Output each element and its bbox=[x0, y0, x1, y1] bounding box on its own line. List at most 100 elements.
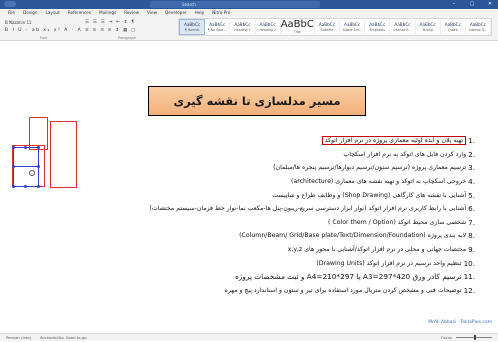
list-item-text[interactable]: ترسیم معماری پروژه (ترسیم ستون/ترسیم دیو… bbox=[273, 164, 466, 171]
maximize-icon[interactable]: ▢ bbox=[468, 1, 476, 8]
title-bar: Search – ▢ ✕ bbox=[0, 0, 498, 9]
selection-handle[interactable] bbox=[12, 185, 15, 188]
style-option[interactable]: AaBbCc ¶ Normal bbox=[179, 19, 206, 35]
font-size[interactable]: 11 bbox=[26, 20, 31, 25]
list-item: 2. وارد کردن فایل های اتوکد به نرم افزار … bbox=[30, 148, 475, 162]
list-item-number: 6. bbox=[468, 204, 475, 214]
font-format-buttons[interactable]: B I U · ab x₂ x² A · A bbox=[5, 28, 82, 33]
style-name: Subtitle bbox=[320, 27, 334, 32]
selection-handle[interactable] bbox=[12, 146, 15, 149]
list-item-number: 3. bbox=[468, 163, 475, 173]
selection-handle[interactable] bbox=[24, 146, 27, 149]
font-selector[interactable]: B Nazanin 11 bbox=[5, 20, 32, 25]
list-item-number: 10. bbox=[463, 258, 475, 268]
list-item: 11. ترسیم کادر ورق A3=297*420 یا A4=210*2… bbox=[30, 270, 475, 284]
list-item-text[interactable]: آشنایی با رابط کاربری نرم افزار اتوکد (ن… bbox=[149, 205, 466, 212]
style-name: ¶ No Spac... bbox=[207, 27, 227, 32]
list-item-number: 5. bbox=[468, 190, 475, 200]
menu-item[interactable]: Layout bbox=[41, 9, 63, 17]
list-item: 9. مختصات جهانی و محلی در نرم افزار اتوکد… bbox=[30, 243, 475, 257]
list-item: 6. آشنایی با رابط کاربری نرم افزار اتوکد … bbox=[30, 202, 475, 216]
menu-item[interactable]: Help bbox=[191, 9, 209, 17]
menu-item[interactable]: References bbox=[64, 9, 95, 17]
search-placeholder: Search bbox=[182, 2, 196, 7]
style-option[interactable]: AaBbCc Subtle Em... bbox=[340, 19, 366, 35]
style-option[interactable]: AaBbCc Strong bbox=[416, 19, 441, 35]
style-option[interactable]: AaBbCc Intense E... bbox=[390, 19, 416, 35]
list-item: 10. تنظیم واحد ترسیم در نرم افزار اتوکد (… bbox=[30, 256, 475, 270]
list-item-number: 8. bbox=[468, 231, 475, 241]
style-name: Intense E... bbox=[393, 27, 412, 32]
style-name: Subtle Em... bbox=[342, 27, 362, 32]
style-name: ¶ Normal bbox=[184, 27, 200, 32]
autosave-toggle[interactable] bbox=[4, 1, 16, 7]
menu-item[interactable]: Nitro Pro bbox=[208, 9, 234, 17]
style-option[interactable]: AaBbCc Quote bbox=[441, 19, 466, 35]
selection-handle[interactable] bbox=[12, 165, 15, 168]
style-sample: AaBbC bbox=[280, 18, 314, 30]
style-name: Emphasis bbox=[369, 27, 385, 32]
ribbon: B Nazanin 11 B I U · ab x₂ x² A · A ☰ ☰ … bbox=[0, 17, 498, 41]
styles-gallery: AaBbCc ¶ Normal AaBbCc ¶ No Spac... AaBbCc He… bbox=[178, 18, 492, 36]
paragraph-group-label: Paragraph bbox=[118, 36, 136, 40]
style-option[interactable]: AaBbCc Heading 2 bbox=[256, 19, 281, 35]
font-name[interactable]: B Nazanin bbox=[5, 20, 25, 25]
list-item-text[interactable]: تهیه پلان و ایده اولیه معماری پروژه در ن… bbox=[321, 136, 467, 146]
close-icon[interactable]: ✕ bbox=[486, 1, 494, 8]
menu-item[interactable]: Developer bbox=[161, 9, 191, 17]
menu-item[interactable]: Mailings bbox=[95, 9, 120, 17]
style-name: Title bbox=[293, 29, 301, 34]
list-item-text[interactable]: ترسیم کادر ورق A3=297*420 یا A4=210*297 … bbox=[235, 272, 462, 281]
paragraph-buttons-row1[interactable]: ☰ ☰ ☰ ⇥ ⇤ ↕ ¶ bbox=[85, 20, 135, 25]
list-item-text[interactable]: تنظیم واحد ترسیم در نرم افزار اتوکد (Dra… bbox=[316, 260, 461, 267]
list-item: 5. آشنایی با نقشه های کارگاهی (Shop Drawi… bbox=[30, 188, 475, 202]
list-item: 12. توضیحات فنی و مشخص کردن متریال مورد ا… bbox=[30, 284, 475, 298]
style-option[interactable]: AaBbCc Emphasis bbox=[365, 19, 391, 35]
banner-title: مسیر مدلسازی تا نقشه گیری bbox=[173, 94, 341, 108]
list-item-number: 4. bbox=[468, 177, 475, 187]
minimize-icon[interactable]: – bbox=[450, 1, 458, 8]
search-box[interactable]: Search bbox=[150, 1, 320, 8]
window-controls: – ▢ ✕ bbox=[450, 1, 494, 8]
font-group-label: Font bbox=[40, 36, 48, 40]
outline-list: 1. تهیه پلان و ایده اولیه معماری پروژه در… bbox=[30, 134, 475, 297]
list-item-text[interactable]: مختصات جهانی و محلی در نرم افزار اتوکد/آ… bbox=[288, 246, 466, 253]
style-option[interactable]: AaBbCc Intense Q... bbox=[466, 19, 492, 35]
style-option[interactable]: AaBbCc ¶ No Spac... bbox=[205, 19, 231, 35]
section-banner: مسیر مدلسازی تا نقشه گیری bbox=[148, 86, 366, 116]
menu-item[interactable]: File bbox=[4, 9, 19, 17]
menu-item[interactable]: View bbox=[143, 9, 161, 17]
style-option[interactable]: AaBbCc Heading 1 bbox=[230, 19, 256, 35]
list-item: 4. خروجی اسکچاپ به اتوکد و تهیه نقشه های … bbox=[30, 175, 475, 189]
list-item-text[interactable]: شخصی سازی محیط اتوکد (Color them / Optio… bbox=[328, 219, 466, 226]
watermark: MrAli Abbasi · TeklaPlus.com bbox=[428, 320, 492, 325]
style-name: Heading 1 bbox=[234, 27, 251, 32]
list-item-text[interactable]: توضیحات فنی و مشخص کردن متریال مورد استف… bbox=[225, 287, 462, 294]
list-item-text[interactable]: وارد کردن فایل های اتوکد به نرم افزار اس… bbox=[343, 151, 466, 158]
style-name: Quote bbox=[447, 27, 458, 32]
list-item: 1. تهیه پلان و ایده اولیه معماری پروژه در… bbox=[30, 134, 475, 148]
list-item: 8. لایه بندی پروژه (Column/Beam/ Grid/Bas… bbox=[30, 229, 475, 243]
list-item: 3. ترسیم معماری پروژه (ترسیم ستون/ترسیم د… bbox=[30, 161, 475, 175]
style-name: Heading 2 bbox=[259, 27, 276, 32]
list-item-number: 1. bbox=[468, 136, 475, 146]
list-item-text[interactable]: لایه بندی پروژه (Column/Beam/ Grid/Base … bbox=[239, 232, 466, 239]
list-item-number: 2. bbox=[468, 149, 475, 159]
list-item-number: 12. bbox=[463, 285, 475, 295]
list-item: 7. شخصی سازی محیط اتوکد (Color them / Opt… bbox=[30, 216, 475, 230]
zoom-slider-knob[interactable] bbox=[474, 335, 476, 340]
paragraph-buttons-row2[interactable]: ≡ ≡ ≡ ≡ ↕ ▦ ▢ bbox=[85, 28, 137, 33]
list-item-number: 7. bbox=[468, 217, 475, 227]
menu-item[interactable]: Review bbox=[120, 9, 143, 17]
list-item-number: 9. bbox=[468, 245, 475, 255]
list-item-text[interactable]: خروجی اسکچاپ به اتوکد و تهیه نقشه های مع… bbox=[291, 178, 466, 185]
selection-handle[interactable] bbox=[24, 185, 27, 188]
style-option[interactable]: AaBbC Title bbox=[281, 19, 315, 35]
menu-bar: File Design Layout References Mailings Review… bbox=[0, 9, 498, 17]
list-item-text[interactable]: آشنایی با نقشه های کارگاهی (Shop Drawing… bbox=[272, 192, 466, 199]
style-name: Intense Q... bbox=[468, 27, 488, 32]
status-bar: Persian (Iran) Accessibility: Good to go… bbox=[0, 333, 498, 341]
style-option[interactable]: AaBbCc Subtitle bbox=[315, 19, 341, 35]
list-item-number: 11. bbox=[463, 272, 475, 282]
menu-item[interactable]: Design bbox=[19, 9, 41, 17]
